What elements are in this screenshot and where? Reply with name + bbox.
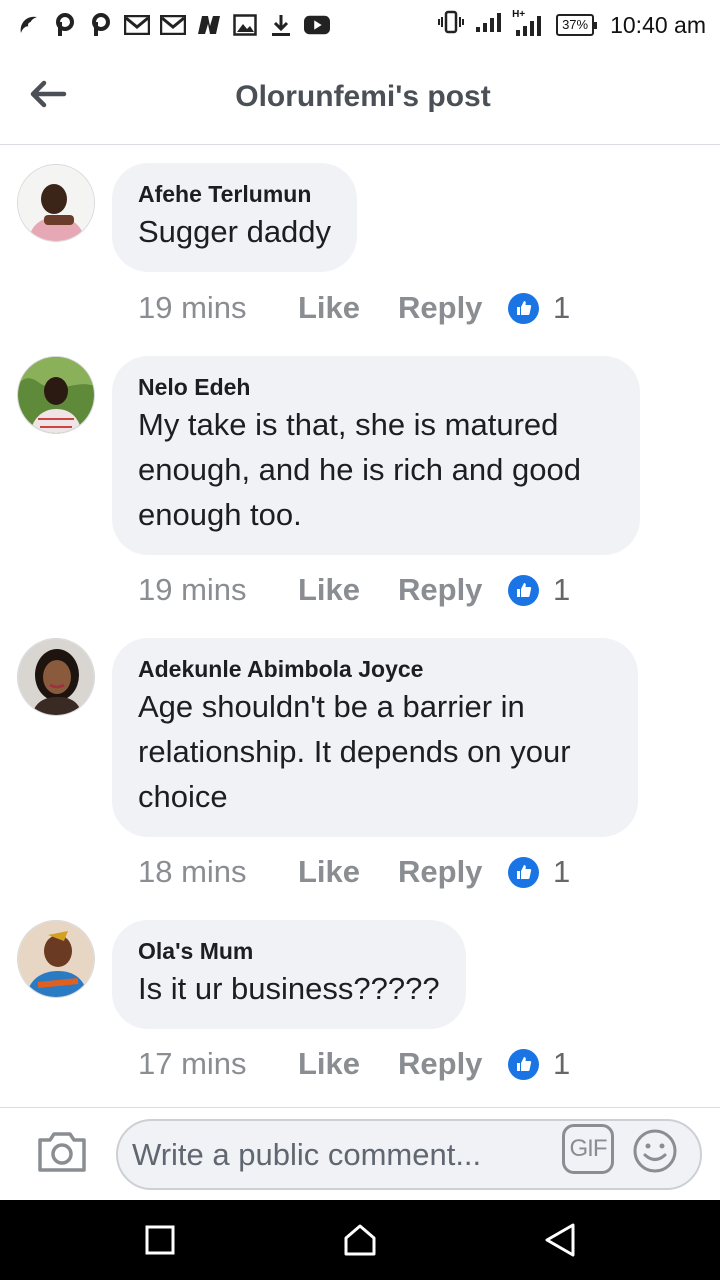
reply-button[interactable]: Reply bbox=[398, 1046, 508, 1082]
comment-text-line: choice bbox=[138, 779, 228, 814]
back-arrow-icon bbox=[30, 80, 67, 108]
comment-author[interactable]: Afehe Terlumun bbox=[138, 179, 331, 209]
comment-text-line: My take is that, she is matured bbox=[138, 407, 559, 442]
image-icon bbox=[232, 12, 258, 38]
emoji-button[interactable] bbox=[632, 1128, 678, 1174]
reaction-summary[interactable]: 1 bbox=[508, 1046, 570, 1082]
avatar[interactable] bbox=[17, 920, 95, 998]
reaction-count: 1 bbox=[553, 1046, 571, 1081]
opera-icon bbox=[16, 12, 42, 38]
thumbs-up-icon bbox=[508, 292, 539, 324]
comment-text-line: Age shouldn't be a barrier in bbox=[138, 689, 525, 724]
signal-icon bbox=[474, 11, 502, 39]
like-button[interactable]: Like bbox=[298, 854, 398, 890]
comment-author[interactable]: Ola's Mum bbox=[138, 936, 440, 966]
recents-button[interactable] bbox=[140, 1220, 180, 1260]
comment-bubble: Afehe Terlumun Sugger daddy bbox=[112, 163, 358, 272]
reaction-summary[interactable]: 1 bbox=[508, 290, 570, 326]
smiley-icon bbox=[633, 1129, 677, 1173]
reaction-summary[interactable]: 1 bbox=[508, 854, 570, 890]
home-button[interactable] bbox=[340, 1220, 380, 1260]
gmail-icon bbox=[160, 12, 186, 38]
reaction-count: 1 bbox=[553, 854, 571, 889]
n-icon bbox=[196, 12, 222, 38]
home-icon bbox=[344, 1224, 376, 1256]
page-title: Olorunfemi's post bbox=[235, 80, 491, 113]
back-button[interactable] bbox=[26, 76, 70, 112]
comment-time[interactable]: 17 mins bbox=[138, 1046, 298, 1082]
p-icon bbox=[52, 12, 78, 38]
square-icon bbox=[145, 1225, 175, 1255]
comment-text: Age shouldn't be a barrier in relationsh… bbox=[138, 684, 612, 819]
system-nav-bar bbox=[0, 1200, 720, 1280]
reply-button[interactable]: Reply bbox=[398, 854, 508, 890]
comment-text: My take is that, she is matured enough, … bbox=[138, 402, 614, 537]
notification-icons bbox=[16, 12, 330, 38]
thumbs-up-icon bbox=[508, 856, 539, 888]
comment-meta: 18 mins Like Reply 1 bbox=[138, 852, 570, 892]
comment-text-line: enough too. bbox=[138, 497, 302, 532]
system-status: H+ 37% 10:40 am bbox=[438, 9, 706, 40]
comment-time[interactable]: 19 mins bbox=[138, 290, 298, 326]
comment-bubble: Adekunle Abimbola Joyce Age shouldn't be… bbox=[112, 638, 638, 837]
gif-button[interactable]: GIF bbox=[562, 1124, 614, 1174]
avatar[interactable] bbox=[17, 638, 95, 716]
p-icon bbox=[88, 12, 114, 38]
download-icon bbox=[268, 12, 294, 38]
like-button[interactable]: Like bbox=[298, 290, 398, 326]
reply-button[interactable]: Reply bbox=[398, 572, 508, 608]
comment-text: Sugger daddy bbox=[138, 214, 332, 249]
battery-indicator: 37% bbox=[556, 14, 598, 36]
thumbs-up-icon bbox=[508, 1048, 539, 1080]
avatar[interactable] bbox=[17, 164, 95, 242]
avatar[interactable] bbox=[17, 356, 95, 434]
thumbs-up-icon bbox=[508, 574, 539, 606]
youtube-icon bbox=[304, 12, 330, 38]
comment-input[interactable]: Write a public comment... bbox=[116, 1119, 702, 1190]
comment-text-line: enough, and he is rich and good bbox=[138, 452, 581, 487]
post-header: Olorunfemi's post bbox=[0, 50, 720, 145]
camera-icon bbox=[38, 1132, 86, 1172]
reply-button[interactable]: Reply bbox=[398, 290, 508, 326]
comment-bubble: Nelo Edeh My take is that, she is mature… bbox=[112, 356, 640, 555]
comment-bubble: Ola's Mum Is it ur business????? bbox=[112, 920, 466, 1029]
like-button[interactable]: Like bbox=[298, 1046, 398, 1082]
reaction-summary[interactable]: 1 bbox=[508, 572, 570, 608]
triangle-back-icon bbox=[545, 1223, 575, 1257]
camera-button[interactable] bbox=[36, 1130, 88, 1176]
clock: 10:40 am bbox=[610, 11, 706, 38]
like-button[interactable]: Like bbox=[298, 572, 398, 608]
comment-meta: 19 mins Like Reply 1 bbox=[138, 570, 570, 610]
reaction-count: 1 bbox=[553, 572, 571, 607]
comment-author[interactable]: Nelo Edeh bbox=[138, 372, 614, 402]
comment-meta: 19 mins Like Reply 1 bbox=[138, 288, 570, 328]
comment-author[interactable]: Adekunle Abimbola Joyce bbox=[138, 654, 612, 684]
reaction-count: 1 bbox=[553, 290, 571, 325]
comment-time[interactable]: 18 mins bbox=[138, 854, 298, 890]
comment-text: Is it ur business????? bbox=[138, 971, 440, 1006]
status-bar: H+ 37% 10:40 am bbox=[0, 0, 720, 50]
comment-meta: 17 mins Like Reply 1 bbox=[138, 1044, 570, 1084]
signal-hplus-icon: H+ bbox=[512, 9, 546, 37]
gmail-icon bbox=[124, 12, 150, 38]
comment-text-line: relationship. It depends on your bbox=[138, 734, 571, 769]
back-nav-button[interactable] bbox=[540, 1220, 580, 1260]
network-type-label: H+ bbox=[512, 9, 526, 20]
comment-time[interactable]: 19 mins bbox=[138, 572, 298, 608]
vibrate-icon bbox=[438, 10, 465, 40]
